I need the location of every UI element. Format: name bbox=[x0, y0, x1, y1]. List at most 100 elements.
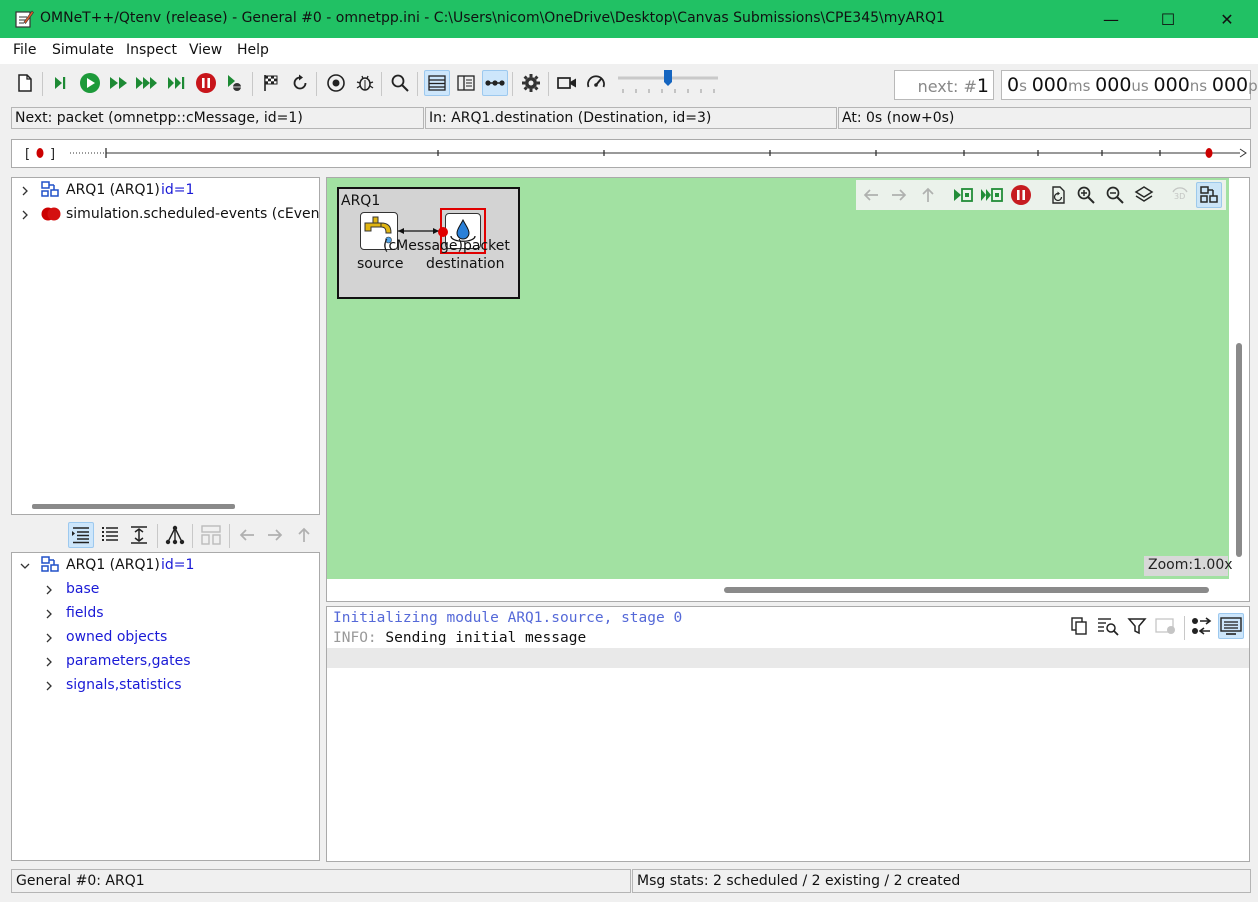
new-ini-icon[interactable] bbox=[12, 70, 38, 96]
tree-hscrollbar[interactable] bbox=[32, 504, 235, 509]
debug-next-icon[interactable] bbox=[221, 70, 247, 96]
menu-file[interactable]: File bbox=[13, 42, 36, 58]
debug-icon[interactable] bbox=[352, 70, 378, 96]
run-module-icon[interactable] bbox=[950, 182, 976, 208]
inspector-item-label: signals,statistics bbox=[66, 677, 182, 693]
chevron-right-icon[interactable] bbox=[44, 585, 54, 595]
timeline-bracket-right: ] bbox=[50, 147, 55, 162]
layers-icon[interactable] bbox=[1131, 182, 1157, 208]
tree-row-arq1[interactable]: ARQ1 (ARQ1) id=1 bbox=[12, 180, 312, 202]
rebuild-icon[interactable] bbox=[287, 70, 313, 96]
time-us: 000 bbox=[1095, 74, 1132, 96]
source-label: source bbox=[357, 256, 404, 272]
time-ms: 000 bbox=[1031, 74, 1068, 96]
inspector-item-base[interactable]: base bbox=[12, 579, 312, 601]
chevron-right-icon[interactable] bbox=[44, 633, 54, 643]
inspector-item-signals-statistics[interactable]: signals,statistics bbox=[12, 675, 312, 697]
zoom-in-icon[interactable] bbox=[1073, 182, 1099, 208]
chevron-right-icon[interactable] bbox=[20, 210, 30, 220]
find-in-log-icon[interactable] bbox=[1095, 613, 1121, 639]
log-level: INFO: bbox=[333, 630, 377, 646]
message-label[interactable]: (cMessage)packet bbox=[383, 238, 510, 254]
app-icon bbox=[15, 10, 34, 28]
zoom-level-label: Zoom:1.00x bbox=[1144, 556, 1233, 576]
fast-run-module-icon[interactable] bbox=[979, 182, 1005, 208]
module-tree-icon[interactable] bbox=[1196, 182, 1222, 208]
inspector-item-fields[interactable]: fields bbox=[12, 603, 312, 625]
stop-module-icon[interactable] bbox=[1008, 182, 1034, 208]
inspector-root-label: ARQ1 (ARQ1) bbox=[66, 557, 160, 573]
run-icon[interactable] bbox=[77, 70, 103, 96]
inspector-root-row[interactable]: ARQ1 (ARQ1) id=1 bbox=[12, 555, 312, 577]
stop-icon[interactable] bbox=[193, 70, 219, 96]
flat-mode-icon[interactable] bbox=[97, 522, 123, 548]
network-canvas[interactable]: ARQ1 source (cMessage)packet destination bbox=[327, 178, 1229, 579]
chevron-down-icon[interactable] bbox=[20, 561, 30, 571]
maximize-button[interactable]: ☐ bbox=[1138, 0, 1198, 38]
message-dot-icon[interactable] bbox=[437, 226, 449, 238]
mode-toggle-icon[interactable] bbox=[482, 70, 508, 96]
forward-arrow-icon[interactable] bbox=[886, 182, 912, 208]
filter-icon[interactable] bbox=[1124, 613, 1150, 639]
chevron-right-icon[interactable] bbox=[44, 657, 54, 667]
chevron-right-icon[interactable] bbox=[44, 609, 54, 619]
inspector-toolbar bbox=[11, 520, 320, 552]
chevron-right-icon[interactable] bbox=[44, 681, 54, 691]
find-icon[interactable] bbox=[387, 70, 413, 96]
inspector-item-owned-objects[interactable]: owned objects bbox=[12, 627, 312, 649]
up-arrow-icon[interactable] bbox=[291, 522, 317, 548]
menu-help[interactable]: Help bbox=[237, 42, 269, 58]
status-msg-stats: Msg stats: 2 scheduled / 2 existing / 2 … bbox=[632, 869, 1251, 893]
inspector-item-parameters-gates[interactable]: parameters,gates bbox=[12, 651, 312, 673]
timeline-event-marker[interactable] bbox=[36, 148, 44, 158]
log-panel[interactable]: Initializing module ARQ1.source, stage 0… bbox=[326, 606, 1250, 862]
object-inspector-panel[interactable]: ARQ1 (ARQ1) id=1 base fields owned objec… bbox=[11, 552, 320, 861]
back-arrow-icon[interactable] bbox=[858, 182, 884, 208]
canvas-hscrollbar[interactable] bbox=[724, 587, 1209, 593]
object-tree-panel[interactable]: ARQ1 (ARQ1) id=1 simulation.scheduled-ev… bbox=[11, 177, 320, 515]
menu-inspect[interactable]: Inspect bbox=[126, 42, 177, 58]
settings-icon[interactable] bbox=[518, 70, 544, 96]
menu-bar: File Simulate Inspect View Help bbox=[0, 38, 1258, 64]
layout-toggle-icon[interactable] bbox=[453, 70, 479, 96]
express-run-icon[interactable] bbox=[134, 70, 160, 96]
back-arrow-icon[interactable] bbox=[234, 522, 260, 548]
canvas-vscrollbar[interactable] bbox=[1236, 343, 1242, 557]
finish-icon[interactable] bbox=[258, 70, 284, 96]
tree-row-scheduled-events[interactable]: simulation.scheduled-events (cEventHe bbox=[12, 204, 319, 226]
tree-row-id: id=1 bbox=[161, 182, 195, 198]
chevron-right-icon[interactable] bbox=[20, 186, 30, 196]
step-icon[interactable] bbox=[47, 70, 73, 96]
forward-arrow-icon[interactable] bbox=[262, 522, 288, 548]
timeline-event-marker-end[interactable] bbox=[1205, 148, 1213, 158]
record-event-icon[interactable] bbox=[323, 70, 349, 96]
up-arrow-icon[interactable] bbox=[915, 182, 941, 208]
canvas-toolbar: 3D bbox=[856, 180, 1226, 210]
relayout-icon[interactable] bbox=[1045, 182, 1071, 208]
log-mode-icon[interactable] bbox=[1218, 613, 1244, 639]
fast-run-icon[interactable] bbox=[106, 70, 132, 96]
hierarchy-icon[interactable] bbox=[162, 522, 188, 548]
minimize-button[interactable]: — bbox=[1081, 0, 1141, 38]
event-timeline[interactable]: [ ] bbox=[11, 139, 1251, 168]
menu-view[interactable]: View bbox=[189, 42, 222, 58]
speed-slider[interactable] bbox=[618, 70, 718, 98]
speed-icon[interactable] bbox=[583, 70, 609, 96]
destination-label: destination bbox=[426, 256, 505, 272]
log-text: Sending initial message bbox=[376, 630, 587, 646]
message-mode-icon[interactable] bbox=[1189, 613, 1215, 639]
sim-time-display: 0s 000ms 000us 000ns 000ps bbox=[1001, 70, 1258, 100]
children-mode-icon[interactable] bbox=[68, 522, 94, 548]
run-until-icon[interactable] bbox=[164, 70, 190, 96]
next-event-display: next: #1 bbox=[894, 70, 994, 100]
next-event-prefix: next: # bbox=[917, 77, 977, 96]
copy-icon[interactable] bbox=[1066, 613, 1092, 639]
record-video-icon[interactable] bbox=[554, 70, 580, 96]
menu-simulate[interactable]: Simulate bbox=[52, 42, 114, 58]
zoom-out-icon[interactable] bbox=[1102, 182, 1128, 208]
close-button[interactable]: ✕ bbox=[1197, 0, 1257, 38]
in-module-info: In: ARQ1.destination (Destination, id=3) bbox=[425, 107, 837, 129]
inspector-item-label: owned objects bbox=[66, 629, 168, 645]
inheritance-mode-icon[interactable] bbox=[126, 522, 152, 548]
timeline-toggle-icon[interactable] bbox=[424, 70, 450, 96]
